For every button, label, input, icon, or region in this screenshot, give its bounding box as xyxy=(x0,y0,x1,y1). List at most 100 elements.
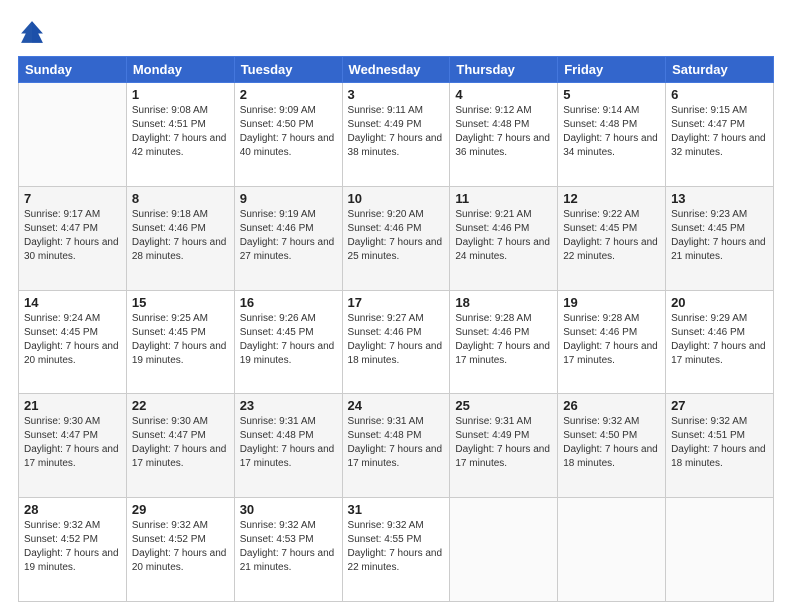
cell-details: Sunrise: 9:22 AMSunset: 4:45 PMDaylight:… xyxy=(563,208,660,264)
day-number: 16 xyxy=(240,295,337,310)
calendar-week-row: 14 Sunrise: 9:24 AMSunset: 4:45 PMDayligh… xyxy=(19,290,774,394)
calendar-cell: 17Sunrise: 9:27 AMSunset: 4:46 PMDayligh… xyxy=(342,290,450,394)
day-number: 6 xyxy=(671,87,768,102)
calendar-cell: 3Sunrise: 9:11 AMSunset: 4:49 PMDaylight… xyxy=(342,83,450,187)
calendar-cell: 24Sunrise: 9:31 AMSunset: 4:48 PMDayligh… xyxy=(342,394,450,498)
cell-details: Sunrise: 9:19 AMSunset: 4:46 PMDaylight:… xyxy=(240,208,337,264)
calendar-cell: 10 Sunrise: 9:20 AMSunset: 4:46 PMDayligh… xyxy=(342,186,450,290)
cell-details: Sunrise: 9:24 AMSunset: 4:45 PMDaylight:… xyxy=(24,312,121,368)
day-number: 27 xyxy=(671,398,768,413)
weekday-header-friday: Friday xyxy=(558,57,666,83)
cell-details: Sunrise: 9:09 AMSunset: 4:50 PMDaylight:… xyxy=(240,104,337,160)
calendar-cell xyxy=(450,498,558,602)
calendar-cell xyxy=(666,498,774,602)
page: SundayMondayTuesdayWednesdayThursdayFrid… xyxy=(0,0,792,612)
day-number: 7 xyxy=(24,191,121,206)
calendar-cell: 26Sunrise: 9:32 AMSunset: 4:50 PMDayligh… xyxy=(558,394,666,498)
day-number: 15 xyxy=(132,295,229,310)
day-number: 19 xyxy=(563,295,660,310)
calendar-cell xyxy=(558,498,666,602)
calendar-cell: 20 Sunrise: 9:29 AMSunset: 4:46 PMDayligh… xyxy=(666,290,774,394)
cell-details: Sunrise: 9:23 AMSunset: 4:45 PMDaylight:… xyxy=(671,208,768,264)
day-number: 25 xyxy=(455,398,552,413)
cell-details: Sunrise: 9:28 AMSunset: 4:46 PMDaylight:… xyxy=(563,312,660,368)
weekday-header-saturday: Saturday xyxy=(666,57,774,83)
calendar-cell: 31Sunrise: 9:32 AMSunset: 4:55 PMDayligh… xyxy=(342,498,450,602)
calendar-cell: 12 Sunrise: 9:22 AMSunset: 4:45 PMDayligh… xyxy=(558,186,666,290)
cell-details: Sunrise: 9:32 AMSunset: 4:52 PMDaylight:… xyxy=(24,519,121,575)
day-number: 21 xyxy=(24,398,121,413)
calendar-cell: 5 Sunrise: 9:14 AMSunset: 4:48 PMDaylight… xyxy=(558,83,666,187)
day-number: 30 xyxy=(240,502,337,517)
cell-details: Sunrise: 9:30 AMSunset: 4:47 PMDaylight:… xyxy=(24,415,121,471)
cell-details: Sunrise: 9:29 AMSunset: 4:46 PMDaylight:… xyxy=(671,312,768,368)
day-number: 8 xyxy=(132,191,229,206)
cell-details: Sunrise: 9:15 AMSunset: 4:47 PMDaylight:… xyxy=(671,104,768,160)
day-number: 20 xyxy=(671,295,768,310)
day-number: 18 xyxy=(455,295,552,310)
cell-details: Sunrise: 9:27 AMSunset: 4:46 PMDaylight:… xyxy=(348,312,445,368)
calendar-cell: 14 Sunrise: 9:24 AMSunset: 4:45 PMDayligh… xyxy=(19,290,127,394)
calendar-cell: 2 Sunrise: 9:09 AMSunset: 4:50 PMDaylight… xyxy=(234,83,342,187)
calendar-cell: 6 Sunrise: 9:15 AMSunset: 4:47 PMDaylight… xyxy=(666,83,774,187)
cell-details: Sunrise: 9:18 AMSunset: 4:46 PMDaylight:… xyxy=(132,208,229,264)
calendar-cell: 4 Sunrise: 9:12 AMSunset: 4:48 PMDaylight… xyxy=(450,83,558,187)
cell-details: Sunrise: 9:32 AMSunset: 4:53 PMDaylight:… xyxy=(240,519,337,575)
cell-details: Sunrise: 9:32 AMSunset: 4:50 PMDaylight:… xyxy=(563,415,660,471)
calendar-cell: 16 Sunrise: 9:26 AMSunset: 4:45 PMDayligh… xyxy=(234,290,342,394)
cell-details: Sunrise: 9:12 AMSunset: 4:48 PMDaylight:… xyxy=(455,104,552,160)
calendar-cell: 15 Sunrise: 9:25 AMSunset: 4:45 PMDayligh… xyxy=(126,290,234,394)
day-number: 12 xyxy=(563,191,660,206)
calendar-week-row: 28 Sunrise: 9:32 AMSunset: 4:52 PMDayligh… xyxy=(19,498,774,602)
cell-details: Sunrise: 9:17 AMSunset: 4:47 PMDaylight:… xyxy=(24,208,121,264)
day-number: 5 xyxy=(563,87,660,102)
calendar-cell: 8 Sunrise: 9:18 AMSunset: 4:46 PMDaylight… xyxy=(126,186,234,290)
weekday-header-sunday: Sunday xyxy=(19,57,127,83)
calendar-week-row: 7 Sunrise: 9:17 AMSunset: 4:47 PMDaylight… xyxy=(19,186,774,290)
cell-details: Sunrise: 9:32 AMSunset: 4:51 PMDaylight:… xyxy=(671,415,768,471)
calendar-cell xyxy=(19,83,127,187)
calendar-cell: 18Sunrise: 9:28 AMSunset: 4:46 PMDayligh… xyxy=(450,290,558,394)
calendar-cell: 25 Sunrise: 9:31 AMSunset: 4:49 PMDayligh… xyxy=(450,394,558,498)
day-number: 10 xyxy=(348,191,445,206)
logo xyxy=(18,18,50,46)
calendar-cell: 9Sunrise: 9:19 AMSunset: 4:46 PMDaylight… xyxy=(234,186,342,290)
calendar-cell: 13Sunrise: 9:23 AMSunset: 4:45 PMDayligh… xyxy=(666,186,774,290)
calendar-cell: 27 Sunrise: 9:32 AMSunset: 4:51 PMDayligh… xyxy=(666,394,774,498)
day-number: 11 xyxy=(455,191,552,206)
weekday-header-row: SundayMondayTuesdayWednesdayThursdayFrid… xyxy=(19,57,774,83)
calendar-cell: 28 Sunrise: 9:32 AMSunset: 4:52 PMDayligh… xyxy=(19,498,127,602)
calendar-cell: 11 Sunrise: 9:21 AMSunset: 4:46 PMDayligh… xyxy=(450,186,558,290)
day-number: 14 xyxy=(24,295,121,310)
cell-details: Sunrise: 9:31 AMSunset: 4:49 PMDaylight:… xyxy=(455,415,552,471)
calendar-week-row: 21 Sunrise: 9:30 AMSunset: 4:47 PMDayligh… xyxy=(19,394,774,498)
cell-details: Sunrise: 9:25 AMSunset: 4:45 PMDaylight:… xyxy=(132,312,229,368)
calendar-cell: 1 Sunrise: 9:08 AMSunset: 4:51 PMDaylight… xyxy=(126,83,234,187)
cell-details: Sunrise: 9:26 AMSunset: 4:45 PMDaylight:… xyxy=(240,312,337,368)
cell-details: Sunrise: 9:20 AMSunset: 4:46 PMDaylight:… xyxy=(348,208,445,264)
cell-details: Sunrise: 9:32 AMSunset: 4:55 PMDaylight:… xyxy=(348,519,445,575)
weekday-header-tuesday: Tuesday xyxy=(234,57,342,83)
calendar-cell: 21 Sunrise: 9:30 AMSunset: 4:47 PMDayligh… xyxy=(19,394,127,498)
calendar-table: SundayMondayTuesdayWednesdayThursdayFrid… xyxy=(18,56,774,602)
weekday-header-wednesday: Wednesday xyxy=(342,57,450,83)
cell-details: Sunrise: 9:11 AMSunset: 4:49 PMDaylight:… xyxy=(348,104,445,160)
weekday-header-thursday: Thursday xyxy=(450,57,558,83)
day-number: 28 xyxy=(24,502,121,517)
calendar-week-row: 1 Sunrise: 9:08 AMSunset: 4:51 PMDaylight… xyxy=(19,83,774,187)
day-number: 29 xyxy=(132,502,229,517)
day-number: 4 xyxy=(455,87,552,102)
header xyxy=(18,18,774,46)
day-number: 1 xyxy=(132,87,229,102)
cell-details: Sunrise: 9:14 AMSunset: 4:48 PMDaylight:… xyxy=(563,104,660,160)
cell-details: Sunrise: 9:32 AMSunset: 4:52 PMDaylight:… xyxy=(132,519,229,575)
logo-icon xyxy=(18,18,46,46)
cell-details: Sunrise: 9:08 AMSunset: 4:51 PMDaylight:… xyxy=(132,104,229,160)
cell-details: Sunrise: 9:30 AMSunset: 4:47 PMDaylight:… xyxy=(132,415,229,471)
calendar-cell: 19 Sunrise: 9:28 AMSunset: 4:46 PMDayligh… xyxy=(558,290,666,394)
calendar-cell: 22Sunrise: 9:30 AMSunset: 4:47 PMDayligh… xyxy=(126,394,234,498)
cell-details: Sunrise: 9:21 AMSunset: 4:46 PMDaylight:… xyxy=(455,208,552,264)
day-number: 2 xyxy=(240,87,337,102)
day-number: 24 xyxy=(348,398,445,413)
calendar-cell: 7 Sunrise: 9:17 AMSunset: 4:47 PMDaylight… xyxy=(19,186,127,290)
